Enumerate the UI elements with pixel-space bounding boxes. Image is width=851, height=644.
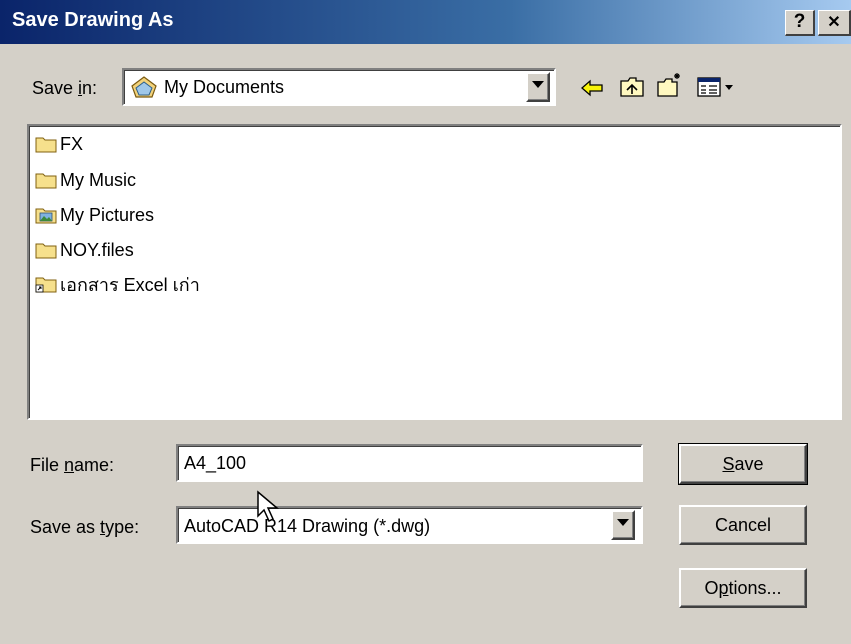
file-name: My Music [60,169,136,190]
save-button[interactable]: Save [678,443,808,485]
cancel-button[interactable]: Cancel [679,505,807,545]
list-item[interactable]: FX [35,132,83,156]
help-button[interactable]: ? [785,10,815,36]
file-name: NOY.files [60,239,134,260]
title-bar: Save Drawing As ? ✕ [0,0,851,44]
chevron-down-icon [617,519,629,526]
file-name: FX [60,133,84,154]
file-name-input[interactable]: A4_100 [176,444,643,482]
save-as-type-dropdown[interactable]: AutoCAD R14 Drawing (*.dwg) [176,506,643,544]
window-title: Save Drawing As [12,9,174,31]
file-name-label: File name: [30,455,115,475]
save-in-value: My Documents [164,77,285,97]
new-folder-icon[interactable] [655,71,683,99]
folder-icon [35,137,57,153]
folder-icon [35,243,57,259]
mouse-pointer-icon [257,490,280,523]
pictures-folder-icon [35,208,57,224]
list-item[interactable]: My Pictures [35,203,154,227]
file-name: My Pictures [60,204,155,225]
options-button[interactable]: Options... [679,568,807,608]
file-name-value: A4_100 [184,453,247,473]
file-name: เอกสาร Excel เก่า [60,274,200,295]
folder-shortcut-icon [35,277,57,293]
list-item[interactable]: เอกสาร Excel เก่า [35,272,200,296]
save-as-type-value: AutoCAD R14 Drawing (*.dwg) [184,516,431,536]
my-documents-icon [131,76,157,98]
up-folder-icon[interactable] [618,73,646,101]
save-in-dropdown-button[interactable] [526,72,550,102]
chevron-down-icon [532,81,544,88]
save-in-label: Save in: [32,78,98,98]
save-in-dropdown[interactable]: My Documents [122,68,556,106]
view-menu-icon[interactable] [697,76,737,100]
save-as-type-dropdown-button[interactable] [611,510,635,540]
file-list[interactable]: FX My Music My Pictures NOY.files เอกสาร… [27,124,842,420]
save-as-type-label: Save as type: [30,517,140,537]
list-item[interactable]: My Music [35,168,136,192]
list-item[interactable]: NOY.files [35,238,134,262]
close-button[interactable]: ✕ [818,10,851,36]
back-arrow-icon[interactable] [578,74,606,102]
folder-icon [35,173,57,189]
